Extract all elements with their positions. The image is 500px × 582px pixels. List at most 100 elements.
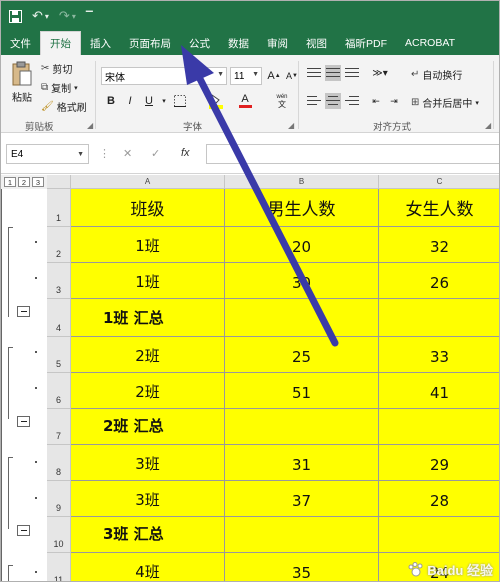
font-name-select[interactable]: 宋体 ▼ [101,67,227,85]
column-header-b[interactable]: B [225,175,379,189]
increase-indent-icon[interactable]: ⇥ [385,92,403,110]
select-all-corner[interactable] [47,175,71,189]
cell-a-row-3[interactable]: 1班 [71,263,225,299]
cell-a-row-11[interactable]: 4班 [71,553,225,581]
collapse-group-button[interactable] [17,525,30,536]
column-header-c[interactable]: C [379,175,499,189]
row-header[interactable]: 9 [47,481,71,517]
cell-b-row-3[interactable]: 30 [225,263,379,299]
clipboard-launcher-icon[interactable]: ◢ [87,121,93,130]
font-launcher-icon[interactable]: ◢ [288,121,294,130]
align-top-icon[interactable] [306,65,322,81]
cut-button[interactable]: ✂ 剪切 [41,61,72,76]
row-header[interactable]: 1 [47,189,71,227]
align-right-icon[interactable] [344,93,360,109]
cell-c-row-1[interactable]: 女生人数 [379,189,499,227]
cell-c-row-4[interactable] [379,299,499,337]
cell-b-row-11[interactable]: 35 [225,553,379,581]
copy-button[interactable]: ⧉ 复制 ▾ [41,80,78,95]
collapse-group-button[interactable] [17,306,30,317]
customize-toolbar-icon[interactable]: ▔ [86,1,93,31]
row-header[interactable]: 5 [47,337,71,373]
outline-level-3-button[interactable]: 3 [32,177,44,187]
align-left-icon[interactable] [306,93,322,109]
cancel-icon[interactable]: ✕ [123,147,132,160]
align-center-icon[interactable] [325,93,341,109]
grow-font-button[interactable]: A ▲ [265,67,283,85]
tab-formulas[interactable]: 公式 [180,31,219,55]
cell-c-row-9[interactable]: 28 [379,481,499,517]
cell-b-row-7[interactable] [225,409,379,445]
row-header[interactable]: 10 [47,517,71,553]
cell-a-row-7[interactable]: 2班 汇总 [71,409,225,445]
cell-c-row-7[interactable] [379,409,499,445]
wrap-text-button[interactable]: ↵ 自动换行 [411,67,462,82]
border-icon[interactable] [171,92,189,110]
cell-b-row-5[interactable]: 25 [225,337,379,373]
name-box-value: E4 [11,148,24,160]
tab-page-layout[interactable]: 页面布局 [120,31,180,55]
outline-level-2-button[interactable]: 2 [18,177,30,187]
row-header[interactable]: 6 [47,373,71,409]
cell-a-row-5[interactable]: 2班 [71,337,225,373]
cell-a-row-9[interactable]: 3班 [71,481,225,517]
cell-a-row-1[interactable]: 班级 [71,189,225,227]
undo-icon[interactable]: ↶ ▾ [32,1,49,31]
tab-acrobat[interactable]: ACROBAT [396,31,464,55]
redo-icon[interactable]: ↷ ▾ [59,1,76,31]
column-header-a[interactable]: A [71,175,225,189]
tab-review[interactable]: 审阅 [258,31,297,55]
row-header[interactable]: 3 [47,263,71,299]
decrease-indent-icon[interactable]: ⇤ [367,92,385,110]
cell-a-row-2[interactable]: 1班 [71,227,225,263]
cell-b-row-9[interactable]: 37 [225,481,379,517]
save-icon[interactable] [9,1,22,31]
tab-insert[interactable]: 插入 [81,31,120,55]
font-color-icon[interactable]: A [236,92,254,110]
font-size-select[interactable]: 11 ▼ [230,67,262,85]
cell-b-row-1[interactable]: 男生人数 [225,189,379,227]
formula-input[interactable] [206,144,499,164]
row-header[interactable]: 4 [47,299,71,337]
cell-c-row-10[interactable] [379,517,499,553]
tab-data[interactable]: 数据 [219,31,258,55]
cell-b-row-2[interactable]: 20 [225,227,379,263]
bold-button[interactable]: B [102,92,120,110]
phonetic-icon[interactable]: wén 文 [273,92,291,110]
orientation-icon[interactable]: ≫▾ [371,64,389,82]
cell-b-row-10[interactable] [225,517,379,553]
tab-view[interactable]: 视图 [297,31,336,55]
name-box[interactable]: E4 ▼ [6,144,89,164]
align-middle-icon[interactable] [325,65,341,81]
enter-icon[interactable]: ✓ [151,147,160,160]
insert-function-icon[interactable]: fx [181,147,190,159]
align-bottom-icon[interactable] [344,65,360,81]
row-header[interactable]: 7 [47,409,71,445]
fill-color-icon[interactable] [207,92,225,110]
cell-a-row-10[interactable]: 3班 汇总 [71,517,225,553]
cell-a-row-4[interactable]: 1班 汇总 [71,299,225,337]
cell-c-row-8[interactable]: 29 [379,445,499,481]
tab-file[interactable]: 文件 [1,31,40,55]
paste-button[interactable]: 粘贴 [7,61,37,104]
row-header[interactable]: 8 [47,445,71,481]
outline-level-1-button[interactable]: 1 [4,177,16,187]
italic-button[interactable]: I [121,92,139,110]
cell-a-row-6[interactable]: 2班 [71,373,225,409]
cell-c-row-6[interactable]: 41 [379,373,499,409]
row-header[interactable]: 2 [47,227,71,263]
cell-c-row-3[interactable]: 26 [379,263,499,299]
cell-c-row-5[interactable]: 33 [379,337,499,373]
tab-foxit-pdf[interactable]: 福昕PDF [336,31,396,55]
format-painter-button[interactable]: 🖌 格式刷 [41,99,87,114]
row-header[interactable]: 11 [47,553,71,581]
cell-b-row-8[interactable]: 31 [225,445,379,481]
cell-a-row-8[interactable]: 3班 [71,445,225,481]
cell-b-row-6[interactable]: 51 [225,373,379,409]
collapse-group-button[interactable] [17,416,30,427]
cell-c-row-2[interactable]: 32 [379,227,499,263]
tab-home[interactable]: 开始 [40,31,81,55]
alignment-launcher-icon[interactable]: ◢ [485,121,491,130]
merge-center-button[interactable]: ⊞ 合并后居中 ▾ [411,95,479,110]
cell-b-row-4[interactable] [225,299,379,337]
